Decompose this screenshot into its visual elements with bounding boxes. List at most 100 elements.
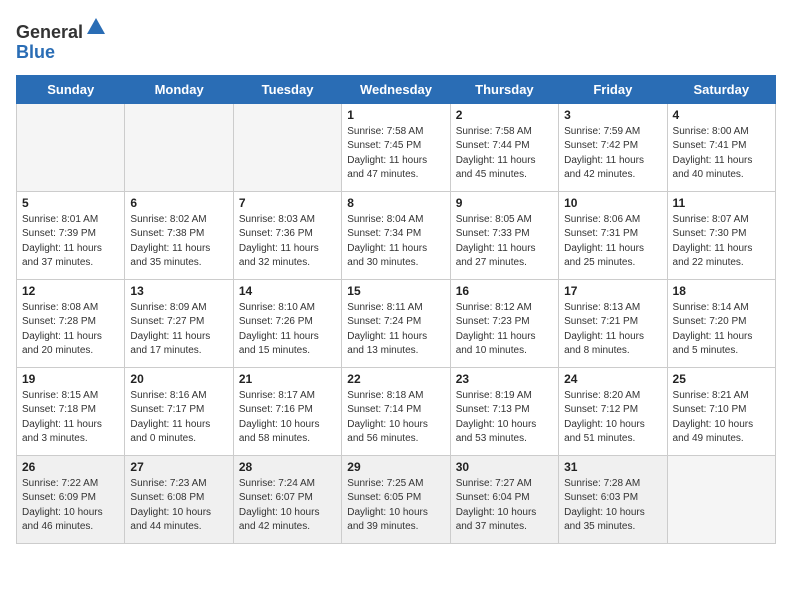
calendar-week-row: 12Sunrise: 8:08 AMSunset: 7:28 PMDayligh… [17, 279, 776, 367]
calendar-day-cell [125, 103, 233, 191]
day-number: 4 [673, 108, 770, 122]
day-number: 21 [239, 372, 336, 386]
day-info: Sunrise: 8:08 AMSunset: 7:28 PMDaylight:… [22, 301, 119, 359]
day-info: Sunrise: 8:09 AMSunset: 7:27 PMDaylight:… [130, 301, 227, 359]
calendar-day-header: Friday [559, 75, 667, 103]
day-number: 15 [347, 284, 444, 298]
calendar-day-cell [233, 103, 341, 191]
calendar-day-cell: 28 Sunrise: 7:24 AMSunset: 6:07 PMDayligh… [233, 455, 341, 543]
calendar-day-cell: 11 Sunrise: 8:07 AMSunset: 7:30 PMDayligh… [667, 191, 775, 279]
calendar-day-cell: 1Sunrise: 7:58 AMSunset: 7:45 PMDaylight… [342, 103, 450, 191]
day-number: 24 [564, 372, 661, 386]
logo: General Blue [16, 16, 107, 63]
calendar-day-cell: 8Sunrise: 8:04 AMSunset: 7:34 PMDaylight… [342, 191, 450, 279]
day-info: Sunrise: 7:58 AMSunset: 7:44 PMDaylight:… [456, 125, 553, 183]
calendar-day-header: Saturday [667, 75, 775, 103]
calendar-header-row: SundayMondayTuesdayWednesdayThursdayFrid… [17, 75, 776, 103]
day-number: 13 [130, 284, 227, 298]
day-info: Sunrise: 8:20 AMSunset: 7:12 PMDaylight:… [564, 389, 661, 447]
day-info: Sunrise: 8:16 AMSunset: 7:17 PMDaylight:… [130, 389, 227, 447]
logo-blue: Blue [16, 42, 55, 62]
day-info: Sunrise: 8:06 AMSunset: 7:31 PMDaylight:… [564, 213, 661, 271]
day-info: Sunrise: 8:18 AMSunset: 7:14 PMDaylight:… [347, 389, 444, 447]
day-info: Sunrise: 8:04 AMSunset: 7:34 PMDaylight:… [347, 213, 444, 271]
page-header: General Blue [16, 16, 776, 63]
day-info: Sunrise: 8:14 AMSunset: 7:20 PMDaylight:… [673, 301, 770, 359]
calendar-table: SundayMondayTuesdayWednesdayThursdayFrid… [16, 75, 776, 544]
day-number: 14 [239, 284, 336, 298]
day-info: Sunrise: 8:13 AMSunset: 7:21 PMDaylight:… [564, 301, 661, 359]
calendar-day-cell: 26Sunrise: 7:22 AMSunset: 6:09 PMDayligh… [17, 455, 125, 543]
calendar-day-cell: 31Sunrise: 7:28 AMSunset: 6:03 PMDayligh… [559, 455, 667, 543]
day-info: Sunrise: 8:10 AMSunset: 7:26 PMDaylight:… [239, 301, 336, 359]
calendar-day-cell: 4 Sunrise: 8:00 AMSunset: 7:41 PMDaylight… [667, 103, 775, 191]
day-info: Sunrise: 8:01 AMSunset: 7:39 PMDaylight:… [22, 213, 119, 271]
day-info: Sunrise: 8:21 AMSunset: 7:10 PMDaylight:… [673, 389, 770, 447]
calendar-day-header: Thursday [450, 75, 558, 103]
day-number: 25 [673, 372, 770, 386]
day-info: Sunrise: 7:24 AMSunset: 6:07 PMDaylight:… [239, 477, 336, 535]
calendar-day-header: Monday [125, 75, 233, 103]
calendar-week-row: 19 Sunrise: 8:15 AMSunset: 7:18 PMDayligh… [17, 367, 776, 455]
calendar-day-cell: 9Sunrise: 8:05 AMSunset: 7:33 PMDaylight… [450, 191, 558, 279]
calendar-day-cell: 2 Sunrise: 7:58 AMSunset: 7:44 PMDaylight… [450, 103, 558, 191]
day-info: Sunrise: 8:17 AMSunset: 7:16 PMDaylight:… [239, 389, 336, 447]
calendar-day-header: Wednesday [342, 75, 450, 103]
day-info: Sunrise: 7:23 AMSunset: 6:08 PMDaylight:… [130, 477, 227, 535]
day-number: 5 [22, 196, 119, 210]
day-info: Sunrise: 7:59 AMSunset: 7:42 PMDaylight:… [564, 125, 661, 183]
day-info: Sunrise: 8:07 AMSunset: 7:30 PMDaylight:… [673, 213, 770, 271]
day-info: Sunrise: 8:15 AMSunset: 7:18 PMDaylight:… [22, 389, 119, 447]
day-number: 27 [130, 460, 227, 474]
day-number: 2 [456, 108, 553, 122]
day-number: 28 [239, 460, 336, 474]
calendar-day-cell: 18 Sunrise: 8:14 AMSunset: 7:20 PMDayligh… [667, 279, 775, 367]
day-number: 22 [347, 372, 444, 386]
day-number: 17 [564, 284, 661, 298]
calendar-week-row: 1Sunrise: 7:58 AMSunset: 7:45 PMDaylight… [17, 103, 776, 191]
day-info: Sunrise: 8:11 AMSunset: 7:24 PMDaylight:… [347, 301, 444, 359]
calendar-day-cell: 12Sunrise: 8:08 AMSunset: 7:28 PMDayligh… [17, 279, 125, 367]
calendar-day-cell: 22 Sunrise: 8:18 AMSunset: 7:14 PMDayligh… [342, 367, 450, 455]
calendar-day-cell: 6 Sunrise: 8:02 AMSunset: 7:38 PMDaylight… [125, 191, 233, 279]
calendar-day-cell: 27 Sunrise: 7:23 AMSunset: 6:08 PMDayligh… [125, 455, 233, 543]
calendar-week-row: 5 Sunrise: 8:01 AMSunset: 7:39 PMDaylight… [17, 191, 776, 279]
day-number: 20 [130, 372, 227, 386]
day-info: Sunrise: 8:05 AMSunset: 7:33 PMDaylight:… [456, 213, 553, 271]
calendar-day-cell: 14 Sunrise: 8:10 AMSunset: 7:26 PMDayligh… [233, 279, 341, 367]
day-number: 1 [347, 108, 444, 122]
calendar-day-cell: 19 Sunrise: 8:15 AMSunset: 7:18 PMDayligh… [17, 367, 125, 455]
calendar-day-cell: 24 Sunrise: 8:20 AMSunset: 7:12 PMDayligh… [559, 367, 667, 455]
day-number: 26 [22, 460, 119, 474]
calendar-day-cell: 29 Sunrise: 7:25 AMSunset: 6:05 PMDayligh… [342, 455, 450, 543]
day-info: Sunrise: 7:28 AMSunset: 6:03 PMDaylight:… [564, 477, 661, 535]
day-number: 18 [673, 284, 770, 298]
day-info: Sunrise: 8:02 AMSunset: 7:38 PMDaylight:… [130, 213, 227, 271]
calendar-day-header: Tuesday [233, 75, 341, 103]
calendar-day-cell: 3 Sunrise: 7:59 AMSunset: 7:42 PMDaylight… [559, 103, 667, 191]
day-number: 11 [673, 196, 770, 210]
logo-icon [85, 16, 107, 38]
calendar-day-cell: 7Sunrise: 8:03 AMSunset: 7:36 PMDaylight… [233, 191, 341, 279]
calendar-day-cell: 17 Sunrise: 8:13 AMSunset: 7:21 PMDayligh… [559, 279, 667, 367]
calendar-day-cell: 13 Sunrise: 8:09 AMSunset: 7:27 PMDayligh… [125, 279, 233, 367]
logo-general: General [16, 22, 83, 42]
calendar-day-cell [667, 455, 775, 543]
day-number: 10 [564, 196, 661, 210]
day-number: 19 [22, 372, 119, 386]
calendar-week-row: 26Sunrise: 7:22 AMSunset: 6:09 PMDayligh… [17, 455, 776, 543]
day-number: 6 [130, 196, 227, 210]
calendar-day-cell [17, 103, 125, 191]
day-info: Sunrise: 7:27 AMSunset: 6:04 PMDaylight:… [456, 477, 553, 535]
day-info: Sunrise: 8:12 AMSunset: 7:23 PMDaylight:… [456, 301, 553, 359]
calendar-day-cell: 23 Sunrise: 8:19 AMSunset: 7:13 PMDayligh… [450, 367, 558, 455]
day-info: Sunrise: 8:19 AMSunset: 7:13 PMDaylight:… [456, 389, 553, 447]
day-info: Sunrise: 7:25 AMSunset: 6:05 PMDaylight:… [347, 477, 444, 535]
calendar-day-cell: 15 Sunrise: 8:11 AMSunset: 7:24 PMDayligh… [342, 279, 450, 367]
day-number: 7 [239, 196, 336, 210]
calendar-day-cell: 16Sunrise: 8:12 AMSunset: 7:23 PMDayligh… [450, 279, 558, 367]
day-number: 3 [564, 108, 661, 122]
day-info: Sunrise: 8:00 AMSunset: 7:41 PMDaylight:… [673, 125, 770, 183]
day-number: 29 [347, 460, 444, 474]
day-number: 23 [456, 372, 553, 386]
